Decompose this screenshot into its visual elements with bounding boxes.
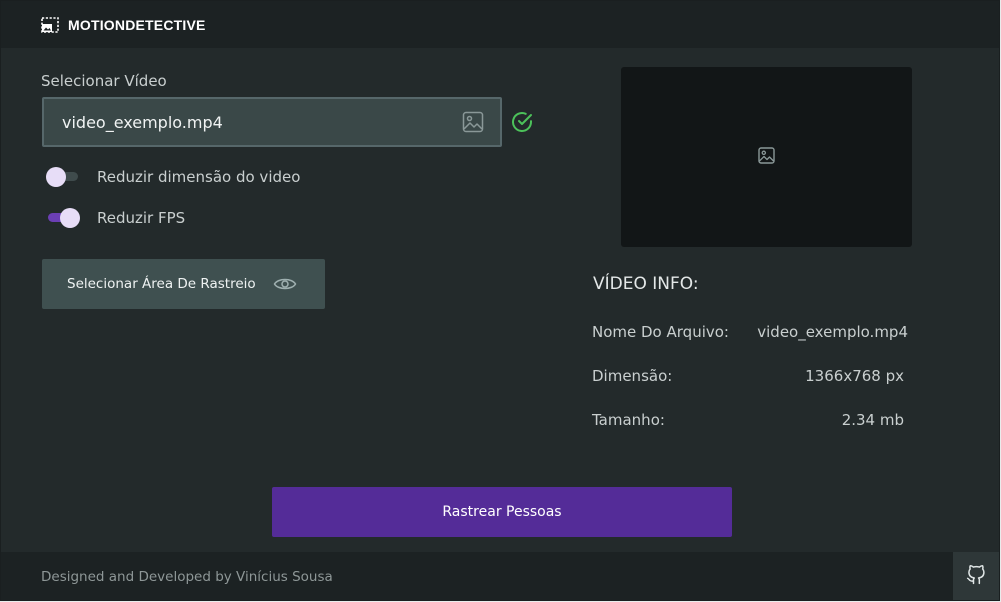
reduce-fps-label: Reduzir FPS (97, 209, 186, 227)
toggle-knob (60, 208, 80, 228)
info-value: 2.34 mb (841, 411, 904, 429)
file-name-value: video_exemplo.mp4 (62, 112, 223, 132)
info-key: Dimensão: (592, 367, 673, 385)
reduce-dimension-toggle[interactable] (46, 166, 82, 188)
video-info-title: VÍDEO INFO: (593, 274, 699, 294)
app-window: MOTIONDETECTIVE Selecionar Vídeo video_e… (0, 0, 1000, 601)
video-preview (621, 67, 912, 247)
title-bar: MOTIONDETECTIVE (1, 1, 999, 48)
video-file-input[interactable]: video_exemplo.mp4 (42, 97, 502, 147)
info-value: 1366x768 px (805, 367, 904, 385)
image-icon[interactable] (462, 111, 484, 137)
footer-credit: Designed and Developed by Vinícius Sousa (41, 569, 333, 585)
check-circle-icon (510, 110, 534, 138)
footer: Designed and Developed by Vinícius Sousa (1, 552, 999, 600)
info-key: Tamanho: (592, 411, 665, 429)
app-title: MOTIONDETECTIVE (68, 16, 206, 33)
select-tracking-area-button[interactable]: Selecionar Área De Rastreio (42, 259, 325, 309)
info-key: Nome Do Arquivo: (592, 323, 729, 341)
toggle-knob (46, 167, 66, 187)
github-button[interactable] (953, 552, 999, 600)
info-value: video_exemplo.mp4 (757, 323, 908, 341)
image-frame-icon (41, 16, 59, 33)
reduce-fps-toggle[interactable] (46, 207, 82, 229)
image-placeholder-icon (758, 146, 775, 168)
reduce-fps-option: Reduzir FPS (46, 207, 185, 229)
reduce-dimension-label: Reduzir dimensão do video (97, 168, 301, 186)
github-icon (966, 565, 986, 589)
select-video-label: Selecionar Vídeo (41, 72, 167, 90)
track-people-button[interactable]: Rastrear Pessoas (272, 487, 732, 537)
reduce-dimension-option: Reduzir dimensão do video (46, 166, 300, 188)
eye-icon (273, 276, 297, 296)
select-tracking-area-label: Selecionar Área De Rastreio (67, 276, 256, 292)
